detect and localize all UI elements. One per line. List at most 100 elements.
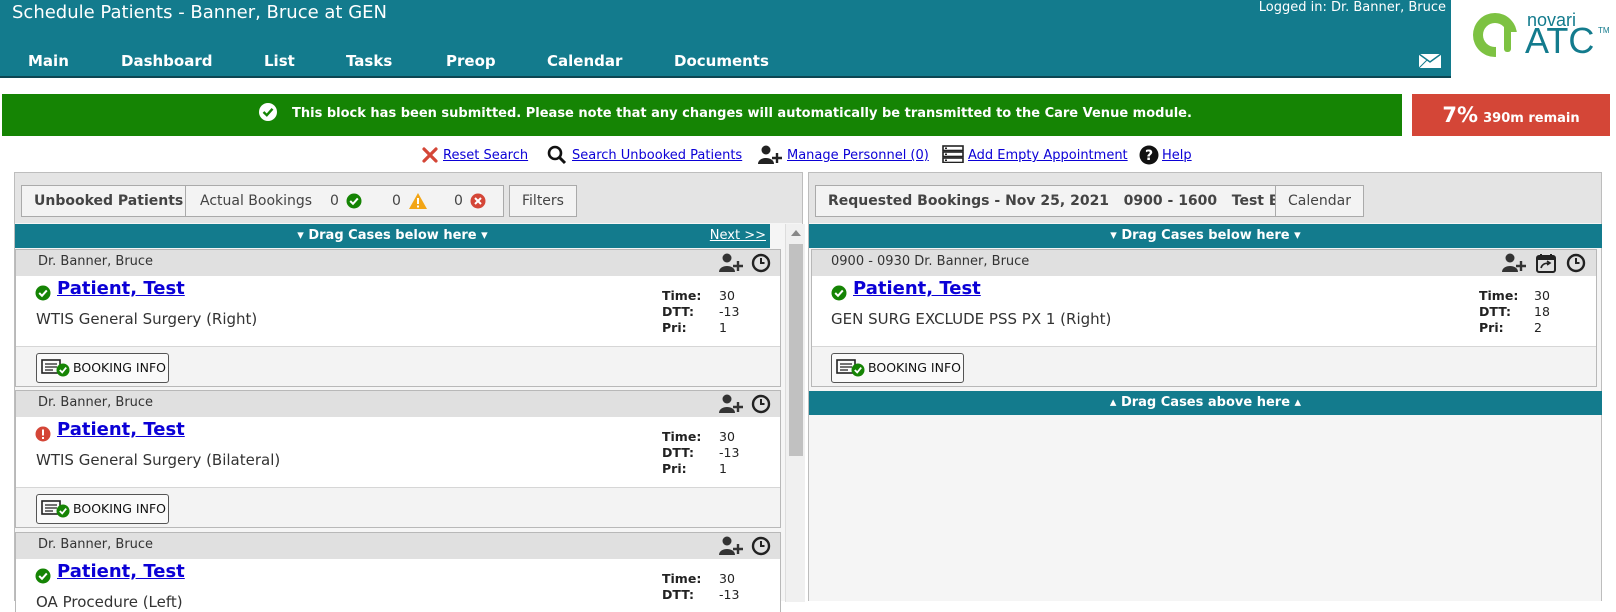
clock-icon[interactable] [751,536,771,556]
server-stack-icon[interactable] [942,145,964,163]
drag-cases-below-bar: ▾ Drag Cases below here ▾ [809,224,1602,248]
unbooked-scrollbar[interactable] [785,224,805,602]
procedure-name: GEN SURG EXCLUDE PSS PX 1 (Right) [831,310,1112,328]
time-value: 30 [719,429,735,444]
requested-bookings-title: Requested Bookings - Nov 25, 2021 0900 -… [815,185,1325,217]
time-value: 30 [1534,288,1550,303]
calendar-button[interactable]: Calendar [1275,185,1364,217]
add-user-icon[interactable] [719,253,745,273]
add-user-icon[interactable] [719,394,745,414]
error-alert-icon [35,426,51,442]
next-page-link[interactable]: Next >> [710,224,766,248]
dtt-value: -13 [719,304,740,319]
drag-above-text: Drag Cases above here [1120,395,1291,410]
card-surgeon: Dr. Banner, Bruce [16,391,780,417]
card-body: Patient, Test GEN SURG EXCLUDE PSS PX 1 … [812,276,1596,346]
unbooked-case-card[interactable]: Dr. Banner, Bruce Patient, Test WTIS Gen… [15,249,781,387]
booking-info-button[interactable]: BOOKING INFO [831,353,964,383]
add-user-icon[interactable] [719,536,745,556]
unbooked-pane: Unbooked Patients Actual Bookings 0 0 0 … [14,172,805,612]
add-user-icon[interactable] [1502,253,1528,273]
search-unbooked-link[interactable]: Search Unbooked Patients [572,148,742,163]
count-ok: 0 [330,193,339,209]
reset-search-link[interactable]: Reset Search [443,148,528,163]
calendar-forward-icon[interactable] [1536,253,1558,273]
booking-info-button[interactable]: BOOKING INFO [36,353,169,383]
drag-below-text: ▾ Drag Cases below here ▾ [297,228,488,243]
meta-values: 30 -13 1 [719,429,739,477]
nav-tasks[interactable]: Tasks [346,52,392,70]
header-divider [0,76,1616,78]
clock-icon[interactable] [1566,253,1586,273]
booking-info-icon [836,359,865,377]
nav-dashboard[interactable]: Dashboard [121,52,212,70]
clock-icon[interactable] [751,394,771,414]
card-body: Patient, Test OA Procedure (Left) Time: D… [16,559,780,612]
meta-values: 30 18 2 [1534,288,1550,336]
close-x-icon[interactable] [422,147,438,163]
check-circle-icon [35,285,51,301]
actual-bookings-label: Actual Bookings [200,193,313,209]
logo-trademark: TM [1598,26,1610,35]
meta-values: 30 -13 [719,571,739,603]
tab-unbooked-patients[interactable]: Unbooked Patients [21,185,197,217]
logo-mark-icon [1473,13,1520,60]
meta-labels: Time: DTT: [662,571,702,602]
patient-name-link[interactable]: Patient, Test [57,561,185,582]
tab-actual-bookings[interactable]: Actual Bookings 0 0 0 [185,185,504,217]
manage-personnel-link[interactable]: Manage Personnel (0) [787,148,929,163]
progress-remaining: 390m remain [1483,111,1580,126]
drag-below-text: Drag Cases below here [1121,228,1290,243]
nav-preop[interactable]: Preop [446,52,496,70]
pri-value: 1 [719,461,727,476]
scroll-thumb[interactable] [789,244,803,456]
card-body: Patient, Test WTIS General Surgery (Bila… [16,417,780,487]
drag-cases-above-bar: ▴ Drag Cases above here ▴ [809,391,1602,415]
help-icon[interactable]: ? [1139,145,1159,165]
patient-name-link[interactable]: Patient, Test [57,419,185,440]
search-icon[interactable] [547,145,567,165]
card-surgeon: Dr. Banner, Bruce [16,533,780,559]
submitted-banner: This block has been submitted. Please no… [2,94,1402,136]
pri-value: 1 [719,320,727,335]
nav-calendar[interactable]: Calendar [547,52,622,70]
banner-message: This block has been submitted. Please no… [292,106,1192,121]
unbooked-case-card[interactable]: Dr. Banner, Bruce Patient, Test OA Proce… [15,532,781,612]
drag-cases-below-bar: ▾ Drag Cases below here ▾ Next >> [15,224,770,248]
card-slot: 0900 - 0930 Dr. Banner, Bruce [812,250,1596,276]
warning-icon [409,193,427,209]
meta-labels: Time: DTT: Pri: [1479,288,1519,335]
card-footer: BOOKING INFO [16,346,780,386]
booking-info-button[interactable]: BOOKING INFO [36,494,169,524]
requested-bookings-pane: Requested Bookings - Nov 25, 2021 0900 -… [808,172,1602,601]
booked-case-card[interactable]: 0900 - 0930 Dr. Banner, Bruce Patient, T… [811,249,1597,387]
unbooked-case-card[interactable]: Dr. Banner, Bruce Patient, Test WTIS Gen… [15,390,781,528]
procedure-name: WTIS General Surgery (Right) [36,310,258,328]
mail-icon[interactable] [1418,52,1444,70]
nav-documents[interactable]: Documents [674,52,769,70]
card-footer: BOOKING INFO [812,346,1596,386]
booking-info-icon [41,359,70,377]
progress-percent: 7% [1442,103,1479,127]
svg-text:?: ? [1145,148,1153,164]
pri-value: 2 [1534,320,1542,335]
help-link[interactable]: Help [1162,148,1192,163]
add-empty-appointment-link[interactable]: Add Empty Appointment [968,148,1128,163]
add-user-icon[interactable] [758,145,784,165]
nav-list[interactable]: List [264,52,295,70]
meta-values: 30 -13 1 [719,288,739,336]
patient-name-link[interactable]: Patient, Test [853,278,981,299]
time-value: 30 [719,571,735,586]
nav-main[interactable]: Main [28,52,69,70]
procedure-name: OA Procedure (Left) [36,593,183,611]
booking-info-icon [41,500,70,518]
filters-button[interactable]: Filters [509,185,577,217]
clock-icon[interactable] [751,253,771,273]
card-footer: BOOKING INFO [16,487,780,527]
novari-logo: novari ATC TM [1451,0,1616,78]
page-title: Schedule Patients - Banner, Bruce at GEN [12,2,387,23]
scroll-up-arrow-icon[interactable] [791,230,801,236]
patient-name-link[interactable]: Patient, Test [57,278,185,299]
count-warning: 0 [392,193,401,209]
card-body: Patient, Test WTIS General Surgery (Righ… [16,276,780,346]
